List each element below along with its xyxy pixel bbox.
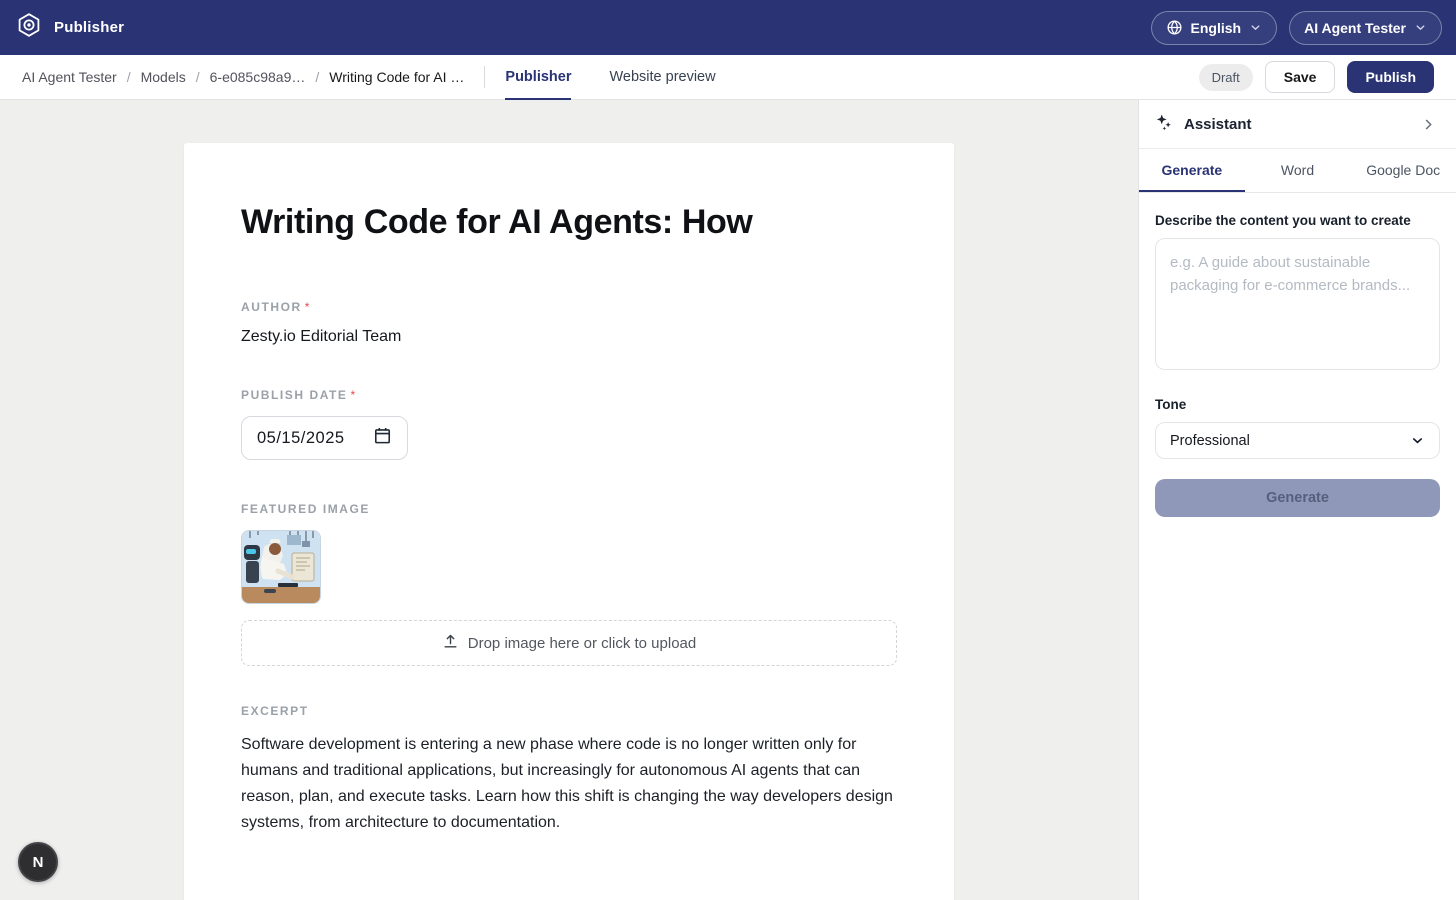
publish-date-field: PUBLISH DATE* 05/15/2025 xyxy=(241,386,897,460)
chevron-down-icon xyxy=(1414,21,1427,34)
assistant-sidebar: Assistant Generate Word Google Doc Descr… xyxy=(1138,100,1456,900)
sparkles-icon xyxy=(1155,113,1173,136)
chevron-down-icon xyxy=(1249,21,1262,34)
content-area: Writing Code for AI Agents: How AUTHOR* … xyxy=(0,100,1138,900)
breadcrumb-bar: AI Agent Tester / Models / 6-e085c98a9… … xyxy=(0,55,1456,100)
breadcrumb-separator: / xyxy=(196,69,200,85)
publish-button[interactable]: Publish xyxy=(1347,61,1434,93)
calendar-icon[interactable] xyxy=(373,426,392,450)
breadcrumb-item-models[interactable]: Models xyxy=(141,69,186,85)
publish-date-input[interactable]: 05/15/2025 xyxy=(241,416,408,460)
excerpt-value[interactable]: Software development is entering a new p… xyxy=(241,732,897,836)
tone-label: Tone xyxy=(1155,397,1440,412)
author-field: AUTHOR* Zesty.io Editorial Team xyxy=(241,298,897,346)
publish-date-label: PUBLISH DATE xyxy=(241,388,348,402)
featured-image-label: FEATURED IMAGE xyxy=(241,502,370,516)
save-button[interactable]: Save xyxy=(1265,61,1336,93)
breadcrumb: AI Agent Tester / Models / 6-e085c98a9… … xyxy=(22,69,464,85)
tab-word[interactable]: Word xyxy=(1245,149,1351,192)
app-name: Publisher xyxy=(54,19,124,36)
collapse-panel-button[interactable] xyxy=(1417,113,1440,136)
breadcrumb-separator: / xyxy=(127,69,131,85)
tab-google-doc[interactable]: Google Doc xyxy=(1350,149,1456,192)
tab-generate[interactable]: Generate xyxy=(1139,149,1245,192)
excerpt-label: EXCERPT xyxy=(241,704,309,718)
breadcrumb-separator: / xyxy=(315,69,319,85)
generate-button[interactable]: Generate xyxy=(1155,479,1440,517)
language-selector[interactable]: English xyxy=(1151,11,1278,45)
author-label: AUTHOR xyxy=(241,300,302,314)
globe-icon xyxy=(1166,19,1183,36)
required-marker: * xyxy=(305,300,310,314)
author-value[interactable]: Zesty.io Editorial Team xyxy=(241,328,897,346)
vertical-divider xyxy=(484,66,485,88)
breadcrumb-item-current: Writing Code for AI … xyxy=(329,69,464,85)
prompt-label: Describe the content you want to create xyxy=(1155,213,1440,228)
featured-image-field: FEATURED IMAGE xyxy=(241,500,897,666)
user-avatar[interactable]: N xyxy=(18,842,58,882)
upload-icon xyxy=(442,633,459,654)
dropzone-text: Drop image here or click to upload xyxy=(468,635,696,652)
account-menu[interactable]: AI Agent Tester xyxy=(1289,11,1442,45)
article-card: Writing Code for AI Agents: How AUTHOR* … xyxy=(184,143,954,900)
publish-date-value: 05/15/2025 xyxy=(257,429,345,448)
app-logo[interactable]: Publisher xyxy=(16,12,124,43)
tab-website-preview[interactable]: Website preview xyxy=(609,55,715,100)
breadcrumb-item-account[interactable]: AI Agent Tester xyxy=(22,69,117,85)
status-badge: Draft xyxy=(1199,64,1253,91)
breadcrumb-item-model-id[interactable]: 6-e085c98a9… xyxy=(210,69,306,85)
assistant-title: Assistant xyxy=(1184,116,1252,133)
chevron-down-icon xyxy=(1410,433,1425,448)
assistant-tabs: Generate Word Google Doc xyxy=(1139,149,1456,193)
generate-panel: Describe the content you want to create … xyxy=(1139,193,1456,537)
image-dropzone[interactable]: Drop image here or click to upload xyxy=(241,620,897,666)
language-label: English xyxy=(1191,20,1242,36)
required-marker: * xyxy=(351,388,356,402)
tone-value: Professional xyxy=(1170,433,1250,449)
excerpt-field: EXCERPT Software development is entering… xyxy=(241,702,897,836)
account-label: AI Agent Tester xyxy=(1304,20,1406,36)
assistant-header: Assistant xyxy=(1139,100,1456,149)
featured-image-thumbnail[interactable] xyxy=(241,530,321,604)
article-title-field[interactable]: Writing Code for AI Agents: How xyxy=(241,203,897,242)
tab-publisher[interactable]: Publisher xyxy=(505,55,571,100)
publisher-logo-icon xyxy=(16,12,42,43)
view-tabs: Publisher Website preview xyxy=(505,55,715,100)
tone-select[interactable]: Professional xyxy=(1155,422,1440,459)
top-navbar: Publisher English AI Agent Tester xyxy=(0,0,1456,55)
prompt-textarea[interactable] xyxy=(1155,238,1440,370)
